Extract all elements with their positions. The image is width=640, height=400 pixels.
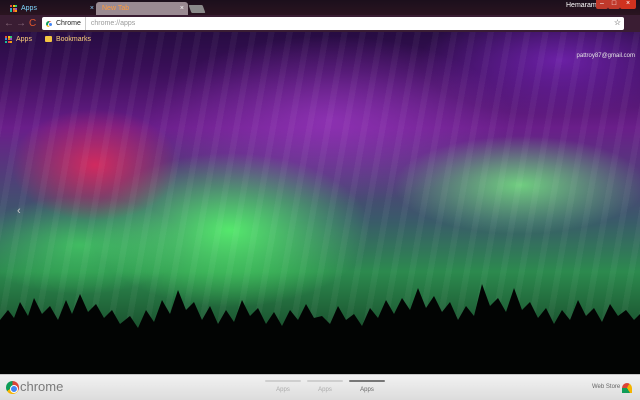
apps-grid-icon: [5, 35, 12, 43]
page-switcher-3[interactable]: Apps: [349, 380, 385, 398]
tab-label: Apps: [21, 5, 37, 12]
chrome-wordmark: chrome: [20, 379, 64, 394]
bookmark-folder[interactable]: Bookmarks: [44, 35, 91, 43]
web-store-icon[interactable]: [622, 383, 632, 393]
page-switcher-label: Apps: [360, 387, 374, 393]
bookmark-apps[interactable]: Apps: [5, 35, 32, 43]
folder-icon: [44, 36, 52, 42]
bookmark-label: Bookmarks: [55, 35, 91, 43]
close-icon[interactable]: ×: [90, 5, 94, 12]
tab-new-tab[interactable]: New Tab ×: [96, 2, 188, 15]
tab-label: New Tab: [102, 5, 130, 12]
page-switcher-label: Apps: [276, 387, 290, 393]
page-switcher-bar: [349, 380, 385, 382]
tab-apps[interactable]: Apps ×: [4, 2, 96, 15]
window-close-button[interactable]: ×: [620, 0, 636, 9]
web-store-link[interactable]: Web Store: [592, 384, 620, 390]
back-arrow-icon[interactable]: ←: [4, 18, 14, 29]
chrome-icon: [46, 20, 53, 27]
tab-strip: Apps × New Tab × Hemaram – □ ×: [0, 0, 640, 15]
minimize-button[interactable]: –: [596, 0, 608, 9]
forward-arrow-icon[interactable]: →: [16, 18, 26, 29]
profile-name[interactable]: Hemaram: [566, 2, 597, 9]
site-chip[interactable]: Chrome: [42, 17, 86, 30]
page-switcher-2[interactable]: Apps: [307, 380, 343, 398]
close-icon[interactable]: ×: [180, 5, 184, 12]
page-switcher-label: Apps: [318, 387, 332, 393]
account-email[interactable]: pattroy87@gmail.com: [577, 53, 635, 59]
bookmark-star-icon[interactable]: ☆: [614, 18, 621, 27]
bookmark-label: Apps: [16, 35, 32, 43]
address-bar[interactable]: Chrome chrome://apps ☆: [42, 17, 624, 30]
maximize-button[interactable]: □: [608, 0, 620, 9]
page-switcher-1[interactable]: Apps: [265, 380, 301, 398]
apps-grid-icon: [10, 5, 17, 12]
aurora-background: [0, 0, 640, 400]
previous-page-arrow-icon[interactable]: ‹: [17, 205, 21, 217]
site-chip-label: Chrome: [56, 20, 81, 27]
page-switcher-bar: [265, 380, 301, 382]
treeline-silhouette: [0, 284, 640, 375]
bookmarks-bar: Apps Bookmarks: [0, 32, 640, 46]
new-tab-button[interactable]: [188, 5, 206, 13]
page-switcher-bar: [307, 380, 343, 382]
chrome-logo-icon: [6, 381, 19, 394]
reload-icon[interactable]: C: [29, 18, 36, 29]
url-text[interactable]: chrome://apps: [86, 20, 135, 27]
toolbar: ← → C Chrome chrome://apps ☆: [0, 15, 640, 32]
bottom-bar: chrome Apps Apps Apps Web Store: [0, 374, 640, 400]
